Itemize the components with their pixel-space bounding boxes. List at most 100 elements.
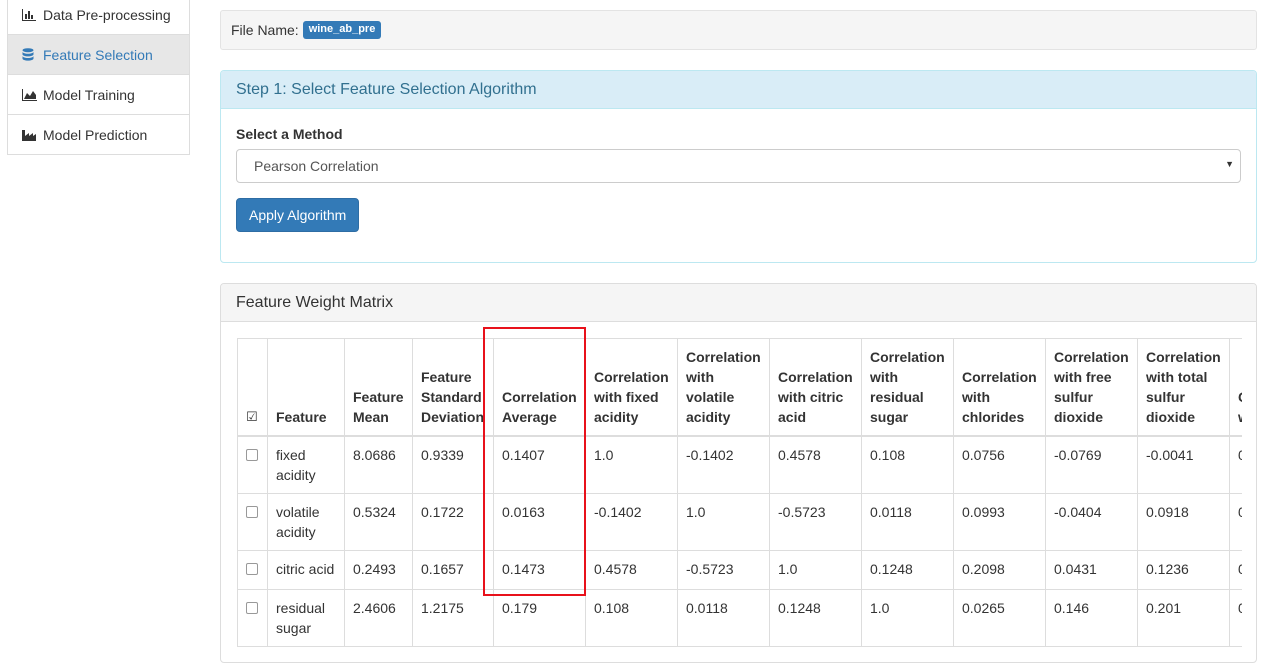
row-checkbox[interactable] xyxy=(246,506,258,518)
table-cell: 1.0 xyxy=(861,589,954,647)
row-select-cell[interactable] xyxy=(237,493,268,551)
table-cell: 1.0 xyxy=(585,435,678,494)
column-header: Correlation with fixed acidity xyxy=(585,338,678,437)
area-chart-icon xyxy=(22,88,38,102)
table-cell: 0.2098 xyxy=(953,550,1046,590)
row-select-cell[interactable] xyxy=(237,589,268,647)
table-cell: 0 xyxy=(1229,435,1242,494)
table-cell: 0.5324 xyxy=(344,493,413,551)
table-cell: 0.179 xyxy=(493,589,586,647)
table-cell: 0.0118 xyxy=(861,493,954,551)
table-cell: citric acid xyxy=(267,550,345,590)
method-select-value: Pearson Correlation xyxy=(254,158,379,174)
file-name-label: File Name: xyxy=(231,22,299,38)
table-cell: 0.201 xyxy=(1137,589,1230,647)
table-cell: 0.0918 xyxy=(1137,493,1230,551)
table-cell: 0.1473 xyxy=(493,550,586,590)
table-cell: fixed acidity xyxy=(267,435,345,494)
table-cell: -0.0404 xyxy=(1045,493,1138,551)
table-row: citric acid 0.2493 0.1657 0.1473 0.4578 … xyxy=(237,550,1242,590)
check-square-icon[interactable]: ☑ xyxy=(246,409,258,424)
table-cell: 0.4578 xyxy=(769,435,862,494)
table-cell: 0.0163 xyxy=(493,493,586,551)
table-cell: 1.2175 xyxy=(412,589,494,647)
table-row: volatile acidity 0.5324 0.1722 0.0163 -0… xyxy=(237,493,1242,551)
column-header: Feature xyxy=(267,338,345,437)
column-header: Correlation with total sulfur dioxide xyxy=(1137,338,1230,437)
table-cell: 0.1657 xyxy=(412,550,494,590)
sidebar-nav: Data Pre-processing Feature Selection Mo… xyxy=(7,0,190,155)
column-header: Feature Mean xyxy=(344,338,413,437)
table-cell: 0.1722 xyxy=(412,493,494,551)
file-name-well: File Name: wine_ab_pre xyxy=(220,10,1257,50)
column-header: Correlation with residual sugar xyxy=(861,338,954,437)
table-cell: 1.0 xyxy=(769,550,862,590)
table-cell: residual sugar xyxy=(267,589,345,647)
table-cell: 0.1248 xyxy=(861,550,954,590)
table-cell: 0 xyxy=(1229,589,1242,647)
table-cell: 0.2493 xyxy=(344,550,413,590)
column-header: Correlation with free sulfur dioxide xyxy=(1045,338,1138,437)
table-cell: 0.4578 xyxy=(585,550,678,590)
caret-down-icon: ▼ xyxy=(1225,159,1234,169)
table-row: residual sugar 2.4606 1.2175 0.179 0.108… xyxy=(237,589,1242,647)
sidebar-item-label: Data Pre-processing xyxy=(43,6,171,23)
row-select-cell[interactable] xyxy=(237,550,268,590)
table-row: fixed acidity 8.0686 0.9339 0.1407 1.0 -… xyxy=(237,435,1242,494)
table-cell: -0.5723 xyxy=(677,550,770,590)
table-cell: 1.0 xyxy=(677,493,770,551)
column-header: Correlation with xyxy=(1229,338,1242,437)
industry-icon xyxy=(22,128,38,142)
select-all-header[interactable]: ☑ xyxy=(237,338,268,437)
row-checkbox[interactable] xyxy=(246,602,258,614)
table-cell: volatile acidity xyxy=(267,493,345,551)
row-checkbox[interactable] xyxy=(246,563,258,575)
sidebar-item-label: Feature Selection xyxy=(43,46,153,63)
table-cell: 8.0686 xyxy=(344,435,413,494)
feature-weight-table: ☑ Feature Feature Mean Feature Standard … xyxy=(237,338,1242,647)
step1-panel: Step 1: Select Feature Selection Algorit… xyxy=(220,70,1257,263)
column-header: Correlation with volatile acidity xyxy=(677,338,770,437)
method-select[interactable]: Pearson Correlation ▼ xyxy=(236,149,1241,183)
apply-algorithm-button[interactable]: Apply Algorithm xyxy=(236,198,360,232)
table-cell: 0.0756 xyxy=(953,435,1046,494)
table-cell: 0.108 xyxy=(861,435,954,494)
table-cell: 0.0118 xyxy=(677,589,770,647)
file-name-badge: wine_ab_pre xyxy=(302,21,382,39)
table-cell: -0.1402 xyxy=(585,493,678,551)
row-checkbox[interactable] xyxy=(246,449,258,461)
table-cell: 2.4606 xyxy=(344,589,413,647)
sidebar-item-model-prediction[interactable]: Model Prediction xyxy=(7,114,190,155)
sidebar-item-label: Model Training xyxy=(43,86,135,103)
table-cell: 0.0265 xyxy=(953,589,1046,647)
table-cell: -0.0769 xyxy=(1045,435,1138,494)
table-cell: -0.0041 xyxy=(1137,435,1230,494)
table-cell: 0.9339 xyxy=(412,435,494,494)
matrix-title: Feature Weight Matrix xyxy=(221,284,1256,322)
matrix-table-scroll[interactable]: ☑ Feature Feature Mean Feature Standard … xyxy=(237,338,1242,662)
table-cell: 0.1407 xyxy=(493,435,586,494)
table-cell: 0.108 xyxy=(585,589,678,647)
table-cell: 0.0431 xyxy=(1045,550,1138,590)
feature-weight-matrix-panel: Feature Weight Matrix ☑ Feature Feature … xyxy=(220,283,1257,663)
bar-chart-icon xyxy=(22,8,38,22)
table-cell: 0.1248 xyxy=(769,589,862,647)
table-cell: -0.5723 xyxy=(769,493,862,551)
column-header: Correlation Average xyxy=(493,338,586,437)
table-cell: 0.1236 xyxy=(1137,550,1230,590)
sidebar-item-feature-selection[interactable]: Feature Selection xyxy=(7,34,190,75)
sidebar-item-model-training[interactable]: Model Training xyxy=(7,74,190,115)
table-cell: 0.146 xyxy=(1045,589,1138,647)
table-cell: 0 xyxy=(1229,493,1242,551)
method-label: Select a Method xyxy=(236,126,343,142)
table-cell: 0 xyxy=(1229,550,1242,590)
sidebar-item-data-preprocessing[interactable]: Data Pre-processing xyxy=(7,0,190,35)
table-cell: 0.0993 xyxy=(953,493,1046,551)
sidebar-item-label: Model Prediction xyxy=(43,126,148,143)
step1-title: Step 1: Select Feature Selection Algorit… xyxy=(221,71,1256,109)
table-cell: -0.1402 xyxy=(677,435,770,494)
row-select-cell[interactable] xyxy=(237,435,268,494)
column-header: Correlation with citric acid xyxy=(769,338,862,437)
database-icon xyxy=(22,48,38,62)
table-header-row: ☑ Feature Feature Mean Feature Standard … xyxy=(237,338,1242,437)
